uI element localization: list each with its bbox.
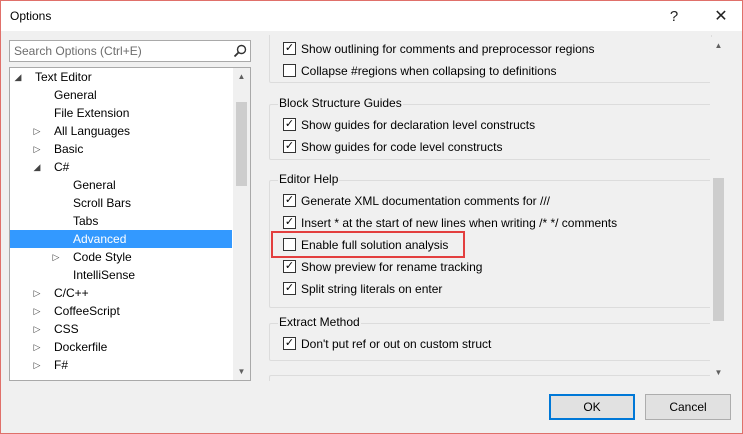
group-outlining: ✓ Show outlining for comments and prepro…: [269, 35, 712, 83]
title-bar: Options ? ✕: [1, 1, 742, 31]
tree-scroll-thumb[interactable]: [236, 102, 247, 186]
tree-item[interactable]: Scroll Bars: [10, 194, 232, 212]
tree-item[interactable]: ◢ Text Editor: [10, 68, 232, 86]
tree-item-label: C#: [54, 160, 70, 174]
tree-item[interactable]: ▷ Code Style: [10, 248, 232, 266]
tree-item-label: All Languages: [54, 124, 131, 138]
checkbox-checked[interactable]: ✓: [283, 42, 296, 55]
scroll-down-icon[interactable]: ▼: [233, 363, 250, 380]
expand-arrow-icon[interactable]: ▷: [32, 320, 42, 338]
tree-item-label: File Extension: [54, 106, 130, 120]
expand-arrow-icon[interactable]: ▷: [32, 338, 42, 356]
expand-arrow-icon[interactable]: ▷: [32, 122, 42, 140]
tree-item[interactable]: ▷ Basic: [10, 140, 232, 158]
tree-item[interactable]: File Extension: [10, 104, 232, 122]
tree-item-label: Advanced: [73, 232, 127, 246]
tree-item[interactable]: ▷ F#: [10, 356, 232, 374]
tree-item-label: CSS: [54, 322, 79, 336]
search-box[interactable]: [9, 40, 251, 62]
tree-item-label: Scroll Bars: [73, 196, 132, 210]
tree-item[interactable]: Advanced: [10, 230, 232, 248]
expand-arrow-icon[interactable]: ▷: [32, 302, 42, 320]
group-title: Block Structure Guides: [278, 96, 403, 110]
tree-item[interactable]: General: [10, 86, 232, 104]
tree-item-label: General: [73, 178, 116, 192]
checkbox-checked[interactable]: ✓: [283, 140, 296, 153]
checkbox-checked[interactable]: ✓: [283, 118, 296, 131]
options-dialog: Options ? ✕ ◢ Text Editor General File Exte…: [0, 0, 743, 434]
tree-scrollbar[interactable]: ▲ ▼: [233, 68, 250, 380]
tree-item[interactable]: General: [10, 176, 232, 194]
scroll-up-icon[interactable]: ▲: [233, 68, 250, 85]
checkbox-checked[interactable]: ✓: [283, 260, 296, 273]
group-block-structure-guides: Block Structure Guides ✓ Show guides for…: [269, 96, 712, 160]
close-button[interactable]: ✕: [698, 1, 743, 31]
tree-item[interactable]: ▷ CoffeeScript: [10, 302, 232, 320]
tree-item-label: General: [54, 88, 97, 102]
tree-item-label: C/C++: [54, 286, 89, 300]
expand-arrow-icon[interactable]: ▷: [32, 356, 42, 374]
checkbox-unchecked[interactable]: [283, 64, 296, 77]
options-tree[interactable]: ◢ Text Editor General File Extension ▷ All La…: [9, 67, 251, 381]
group-title: Extract Method: [278, 315, 361, 329]
cancel-button[interactable]: Cancel: [645, 394, 731, 420]
tree-item[interactable]: IntelliSense: [10, 266, 232, 284]
collapse-arrow-icon[interactable]: ◢: [32, 158, 42, 176]
checkbox-checked[interactable]: ✓: [283, 282, 296, 295]
tree-item[interactable]: Tabs: [10, 212, 232, 230]
window-title: Options: [10, 9, 52, 23]
checkbox-checked[interactable]: ✓: [283, 337, 296, 350]
tree-item[interactable]: ▷ All Languages: [10, 122, 232, 140]
tree-item-label: Basic: [54, 142, 84, 156]
tree-item[interactable]: ▷ CSS: [10, 320, 232, 338]
group-partial: [269, 375, 712, 381]
tree-item-label: Text Editor: [35, 70, 92, 84]
tree-item-label: CoffeeScript: [54, 304, 120, 318]
tree-item[interactable]: ▷ Dockerfile: [10, 338, 232, 356]
tree-item-label: Code Style: [73, 250, 132, 264]
collapse-arrow-icon[interactable]: ◢: [13, 68, 23, 86]
expand-arrow-icon[interactable]: ▷: [32, 140, 42, 158]
expand-arrow-icon[interactable]: ▷: [32, 284, 42, 302]
tree-item[interactable]: ▷ C/C++: [10, 284, 232, 302]
search-icon[interactable]: [233, 44, 247, 58]
highlight-annotation: [271, 231, 465, 258]
expand-arrow-icon[interactable]: ▷: [51, 248, 61, 266]
options-pane: ✓ Show outlining for comments and prepro…: [259, 35, 733, 381]
tree-item[interactable]: ◢ C#: [10, 158, 232, 176]
group-extract-method: Extract Method ✓ Don't put ref or out on…: [269, 315, 712, 361]
checkbox-checked[interactable]: ✓: [283, 194, 296, 207]
tree-item-label: Tabs: [73, 214, 99, 228]
search-input[interactable]: [14, 43, 224, 59]
tree-items: ◢ Text Editor General File Extension ▷ All La…: [10, 68, 232, 374]
ok-button[interactable]: OK: [549, 394, 635, 420]
group-title: Editor Help: [278, 172, 340, 186]
checkbox-checked[interactable]: ✓: [283, 216, 296, 229]
scroll-down-icon[interactable]: ▼: [710, 364, 727, 381]
help-button[interactable]: ?: [651, 1, 697, 31]
tree-item-label: Dockerfile: [54, 340, 108, 354]
tree-item-label: F#: [54, 358, 69, 372]
tree-item-label: IntelliSense: [73, 268, 136, 282]
scroll-up-icon[interactable]: ▲: [710, 37, 727, 54]
options-scroll-thumb[interactable]: [713, 178, 724, 321]
options-scrollbar[interactable]: ▲ ▼: [710, 37, 727, 381]
